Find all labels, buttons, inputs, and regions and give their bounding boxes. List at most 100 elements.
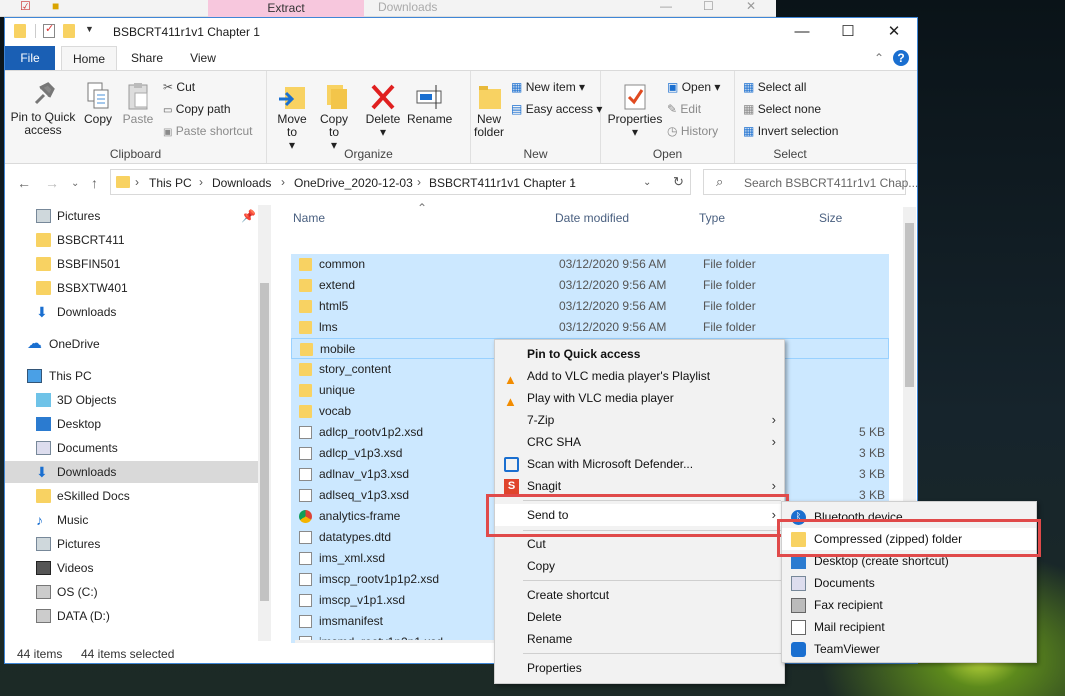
tab-view[interactable]: View (181, 46, 225, 70)
nav-item-bsbfin501[interactable]: BSBFIN501 (5, 253, 259, 275)
nav-item-bsbxtw401[interactable]: BSBXTW401 (5, 277, 259, 299)
menu-properties[interactable]: Properties (495, 657, 784, 679)
nav-item-pictures[interactable]: Pictures 📌 (5, 205, 259, 227)
chevron-up-icon[interactable]: ⌃ (871, 46, 887, 70)
nav-item-documents[interactable]: Documents (5, 437, 259, 459)
pin-icon[interactable]: 📌 (241, 205, 256, 227)
history-button[interactable]: ◷ History (667, 124, 718, 138)
nav-item-music[interactable]: ♪ Music (5, 509, 259, 531)
nav-item-videos[interactable]: Videos (5, 557, 259, 579)
address-box[interactable]: › This PC › Downloads › OneDrive_2020-12… (110, 169, 691, 195)
new-folder-quick-icon[interactable] (63, 24, 75, 38)
customize-toolbar-icon[interactable]: ▼ (85, 24, 97, 38)
tab-extract[interactable]: Extract (208, 0, 364, 17)
chevron-down-icon[interactable]: ⌄ (643, 177, 651, 188)
menu-create-shortcut[interactable]: Create shortcut (495, 584, 784, 606)
maximize-button[interactable]: ☐ (825, 18, 871, 46)
scrollbar-thumb[interactable] (905, 223, 914, 387)
menu-vlc-play[interactable]: ▲ Play with VLC media player (495, 387, 784, 409)
menu-defender-scan[interactable]: Scan with Microsoft Defender... (495, 453, 784, 475)
minimize-button[interactable]: — (779, 18, 825, 46)
menu-crc-sha[interactable]: CRC SHA › (495, 431, 784, 453)
copy-path-button[interactable]: ▭ Copy path (163, 102, 231, 116)
breadcrumb-downloads[interactable]: Downloads (212, 176, 271, 190)
search-input[interactable]: Search BSBCRT411r1v1 Chap... (744, 176, 918, 190)
copy-button[interactable]: Copy (81, 81, 115, 126)
nav-item-3d-objects[interactable]: 3D Objects (5, 389, 259, 411)
properties-quick-icon[interactable]: ✓ (43, 23, 55, 38)
select-all-button[interactable]: ▦ Select all (743, 80, 806, 94)
menu-delete[interactable]: Delete (495, 606, 784, 628)
nav-item-this-pc[interactable]: This PC (5, 365, 259, 387)
file-row[interactable]: lms 03/12/2020 9:56 AM File folder (291, 317, 889, 338)
pin-quick-access-button[interactable]: Pin to Quick access (9, 81, 77, 137)
tab-home[interactable]: Home (61, 46, 117, 70)
nav-item-desktop[interactable]: Desktop (5, 413, 259, 435)
cut-button[interactable]: ✂ Cut (163, 80, 195, 94)
column-date[interactable]: Date modified (555, 211, 629, 225)
close-button[interactable]: ✕ (871, 18, 917, 46)
invert-selection-button[interactable]: ▦ Invert selection (743, 124, 838, 138)
nav-item-onedrive[interactable]: ☁ OneDrive (5, 333, 259, 355)
column-type[interactable]: Type (699, 211, 725, 225)
breadcrumb-this-pc[interactable]: This PC (149, 176, 192, 190)
desktop-icon (36, 417, 51, 431)
new-item-label: New item (525, 80, 576, 94)
breadcrumb-current[interactable]: BSBCRT411r1v1 Chapter 1 (429, 176, 576, 190)
menu-copy[interactable]: Copy (495, 555, 784, 577)
nav-item-pictures-pc[interactable]: Pictures (5, 533, 259, 555)
open-button[interactable]: ▣ Open ▾ (667, 80, 720, 94)
copy-path-icon: ▭ (163, 105, 173, 116)
nav-item-bsbcrt411[interactable]: BSBCRT411 (5, 229, 259, 251)
rename-button[interactable]: Rename (407, 81, 452, 126)
nav-scrollbar[interactable] (258, 205, 271, 641)
nav-item-data-d[interactable]: DATA (D:) (5, 605, 259, 627)
menu-fax-recipient[interactable]: Fax recipient (782, 594, 1036, 616)
refresh-icon[interactable]: ↻ (673, 174, 684, 190)
column-size[interactable]: Size (819, 211, 842, 225)
nav-item-os-c[interactable]: OS (C:) (5, 581, 259, 603)
nav-item-downloads[interactable]: ⬇ Downloads (5, 461, 259, 483)
breadcrumb-onedrive[interactable]: OneDrive_2020-12-03 (294, 176, 413, 190)
minimize-button[interactable]: — (660, 0, 672, 12)
edit-button[interactable]: ✎ Edit (667, 102, 701, 116)
help-icon[interactable]: ? (893, 50, 909, 66)
menu-teamviewer[interactable]: TeamViewer (782, 638, 1036, 660)
search-box[interactable]: ⌕ Search BSBCRT411r1v1 Chap... (703, 169, 918, 195)
properties-button[interactable]: Properties ▾ (607, 81, 663, 139)
tab-downloads[interactable]: Downloads (378, 0, 437, 14)
forward-arrow-icon[interactable]: → (45, 175, 59, 191)
new-folder-button[interactable]: New folder (469, 81, 509, 139)
tab-file[interactable]: File (5, 46, 55, 70)
select-all-label: Select all (757, 80, 807, 94)
delete-button[interactable]: Delete ▾ (363, 81, 403, 139)
move-to-icon (279, 87, 305, 109)
recent-dropdown-icon[interactable]: ⌄ (71, 178, 79, 189)
file-row[interactable]: html5 03/12/2020 9:56 AM File folder (291, 296, 889, 317)
paste-button[interactable]: Paste (121, 81, 155, 126)
move-to-button[interactable]: Move to ▾ (275, 81, 309, 152)
nav-item-downloads-quick[interactable]: ⬇ Downloads (5, 301, 259, 323)
easy-access-button[interactable]: ▤ Easy access ▾ (511, 102, 602, 116)
nav-item-eskilled-docs[interactable]: eSkilled Docs (5, 485, 259, 507)
tab-share[interactable]: Share (125, 46, 169, 70)
menu-pin-quick-access[interactable]: Pin to Quick access (495, 343, 784, 365)
menu-mail-recipient[interactable]: Mail recipient (782, 616, 1036, 638)
back-arrow-icon[interactable]: ← (17, 175, 31, 191)
menu-7zip[interactable]: 7-Zip › (495, 409, 784, 431)
file-row[interactable]: common 03/12/2020 9:56 AM File folder (291, 254, 889, 275)
menu-documents[interactable]: Documents (782, 572, 1036, 594)
paste-shortcut-button[interactable]: ▣ Paste shortcut (163, 124, 253, 138)
column-name[interactable]: Name (293, 211, 325, 225)
close-button[interactable]: ✕ (746, 0, 756, 12)
copy-to-button[interactable]: Copy to ▾ (317, 81, 351, 152)
file-row[interactable]: extend 03/12/2020 9:56 AM File folder (291, 275, 889, 296)
menu-vlc-playlist[interactable]: ▲ Add to VLC media player's Playlist (495, 365, 784, 387)
file-icon (299, 468, 312, 481)
maximize-button[interactable]: ☐ (703, 0, 714, 12)
new-item-button[interactable]: ▦ New item ▾ (511, 80, 585, 94)
scrollbar-thumb[interactable] (260, 283, 269, 601)
up-arrow-icon[interactable]: ↑ (91, 175, 98, 191)
menu-rename[interactable]: Rename (495, 628, 784, 650)
select-none-button[interactable]: ▦ Select none (743, 102, 821, 116)
